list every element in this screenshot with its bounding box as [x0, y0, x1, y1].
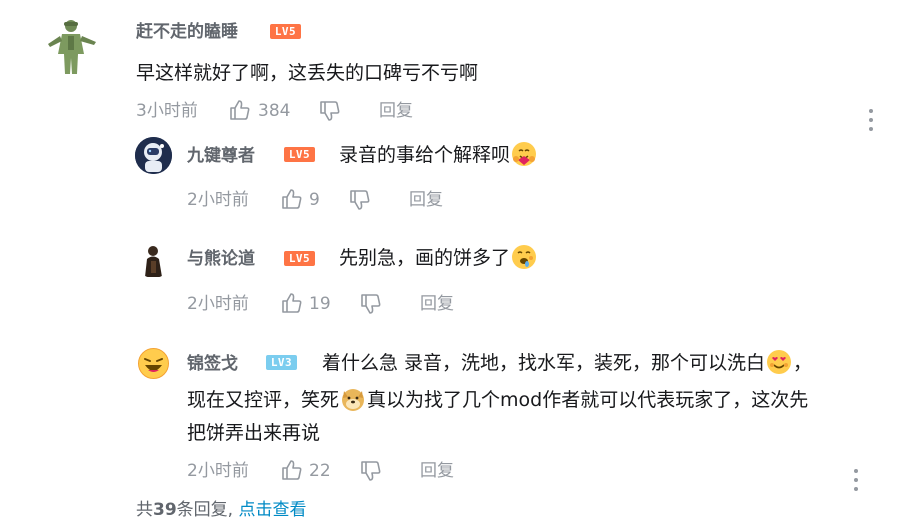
reply-text-3-line-1: 着什么急 录音，洗地，找水军，装死，那个可以洗白 ， [322, 346, 812, 380]
dislike-icon[interactable] [349, 189, 371, 211]
astronaut-avatar-icon [135, 137, 172, 174]
reply-count-suffix: 条回复, [176, 500, 234, 520]
reply-count-footer: 共39条回复, 点击查看 [136, 499, 306, 521]
more-options-icon[interactable] [868, 109, 874, 133]
reply-text-1-body: 录音的事给个解释呗 [339, 144, 511, 166]
level-badge-reply-2: LV5 [284, 251, 315, 266]
reply-button-main[interactable]: 回复 [379, 100, 413, 122]
reply-time-2: 2小时前 [187, 294, 249, 314]
avatar-main-user[interactable] [38, 14, 104, 80]
like-icon[interactable] [281, 188, 303, 210]
username-reply-3[interactable]: 锦签戈 [187, 353, 238, 375]
reply-button-1[interactable]: 回复 [409, 189, 443, 211]
dislike-icon[interactable] [319, 100, 341, 122]
reply-text-1: 录音的事给个解释呗 [339, 138, 538, 172]
level-badge-reply-1: LV5 [284, 147, 315, 162]
reply-button-3[interactable]: 回复 [420, 460, 454, 482]
drooling-emoji-icon [511, 244, 537, 270]
view-replies-link[interactable]: 点击查看 [238, 500, 306, 520]
avatar-reply-2[interactable] [135, 241, 172, 278]
hug-emoji-icon [511, 141, 537, 167]
comment-text-main: 早这样就好了啊，这丢失的口碑亏不亏啊 [136, 62, 479, 84]
username-main[interactable]: 赶不走的瞌睡 [136, 21, 238, 43]
reply-time-3: 2小时前 [187, 461, 249, 481]
dislike-icon[interactable] [360, 460, 382, 482]
like-icon[interactable] [281, 292, 303, 314]
reply-button-2[interactable]: 回复 [420, 293, 454, 315]
heart-eyes-emoji-icon [766, 349, 792, 375]
dislike-icon[interactable] [360, 293, 382, 315]
reply-text-3-line-2-a: 现在又控评，笑死 [187, 389, 340, 411]
reply-text-3-line-2: 现在又控评，笑死 真以为找了几个mod作者就可以代表玩家了，这次先 [187, 383, 808, 417]
soldier-avatar-icon [38, 14, 104, 80]
like-count-main: 384 [258, 101, 291, 121]
reply-text-3-line-1-body: 着什么急 录音，洗地，找水军，装死，那个可以洗白 [322, 352, 766, 374]
reply-text-3-line-1-tail: ， [793, 352, 813, 374]
level-badge-reply-3: LV3 [266, 355, 297, 370]
laughing-face-avatar-icon [135, 345, 172, 382]
reply-count-prefix: 共 [136, 500, 153, 520]
doge-emoji-icon [340, 386, 366, 412]
username-reply-1[interactable]: 九键尊者 [187, 145, 255, 167]
more-options-icon[interactable] [853, 469, 859, 493]
reply-time-1: 2小时前 [187, 190, 249, 210]
like-count-reply-3: 22 [309, 461, 331, 481]
comment-time-main: 3小时前 [136, 101, 198, 121]
like-icon[interactable] [281, 459, 303, 481]
reply-count-number: 39 [153, 500, 177, 520]
bear-avatar-icon [135, 241, 172, 278]
reply-text-2-body: 先别急，画的饼多了 [339, 247, 511, 269]
like-count-reply-2: 19 [309, 294, 331, 314]
username-reply-2[interactable]: 与熊论道 [187, 248, 255, 270]
like-icon[interactable] [229, 99, 251, 121]
reply-text-3-line-3: 把饼弄出来再说 [187, 422, 321, 444]
reply-text-3-line-2-b: 真以为找了几个mod作者就可以代表玩家了，这次先 [367, 389, 809, 411]
like-count-reply-1: 9 [309, 190, 320, 210]
level-badge-main: LV5 [270, 24, 301, 39]
avatar-reply-3[interactable] [135, 345, 172, 382]
comment-thread: 赶不走的瞌睡 LV5 早这样就好了啊，这丢失的口碑亏不亏啊 3小时前 384 回… [0, 0, 903, 531]
reply-text-2: 先别急，画的饼多了 [339, 241, 538, 275]
avatar-reply-1[interactable] [135, 137, 172, 174]
